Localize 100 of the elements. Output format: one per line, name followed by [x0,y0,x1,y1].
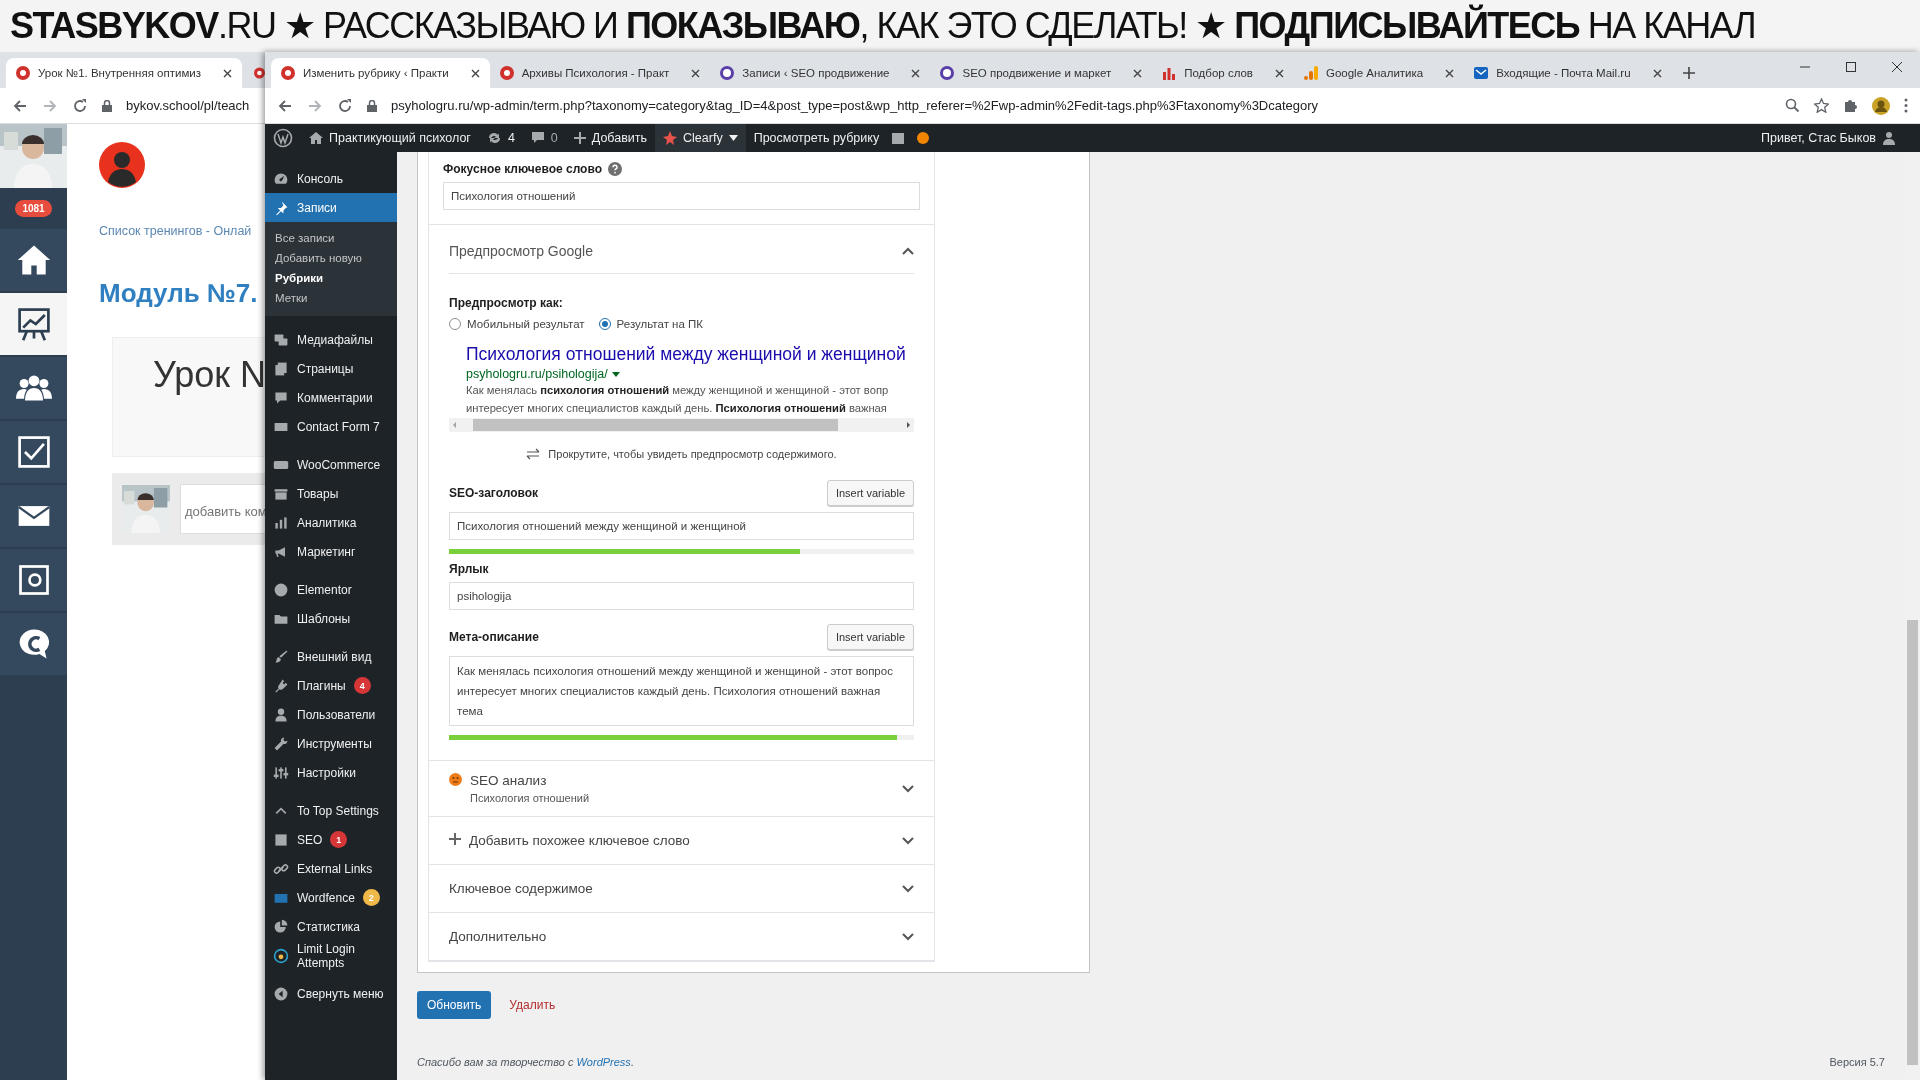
menu-item[interactable]: Шаблоны [265,604,397,633]
star-icon[interactable] [1814,98,1829,113]
menu-item[interactable]: Медиафайлы [265,325,397,354]
browser-tab[interactable]: Архивы Психология - Практ [489,58,711,88]
input-field[interactable]: psihologija [449,582,914,610]
comment-field[interactable]: добавить ком [180,484,265,534]
reload-icon[interactable] [72,97,88,114]
insert-variable-button[interactable]: Insert variable [826,480,914,506]
menu-item[interactable]: Консоль [265,164,397,193]
plug-icon [273,677,289,694]
comments-link[interactable]: 0 [522,124,566,152]
close-icon[interactable] [223,68,233,78]
view-link[interactable]: Просмотреть рубрику [745,124,888,152]
address-field[interactable]: psyhologru.ru/wp-admin/term.php?taxonomy=category&tag_ID=4&post_type=post&wp_http_referer=%2Fwp-admin%2Fedit-tags.php%3Ftaxonomy%3Dcategory [391,98,1771,113]
sidebar-item[interactable] [0,421,67,485]
menu-item[interactable]: External Links [265,854,397,883]
submenu-item[interactable]: Рубрики [265,268,397,288]
reload-icon[interactable] [337,97,353,114]
close-icon[interactable] [1133,68,1143,78]
plus-icon[interactable] [1681,66,1696,80]
user-icon [1882,131,1896,145]
close-icon[interactable] [470,68,480,78]
menu-item[interactable]: To Top Settings [265,796,397,825]
input-field[interactable]: Психология отношений между женщиной и женщиной [449,512,914,540]
count-badge: 2 [362,889,380,906]
address-field[interactable]: bykov.school/pl/teach [126,98,253,113]
maximize-icon[interactable] [1846,62,1856,72]
account-menu[interactable]: Привет, Стас Быков [1753,124,1920,152]
menu-item[interactable]: Инструменты [265,729,397,758]
menu-item[interactable]: Настройки [265,758,397,787]
sidebar-item[interactable] [0,613,67,677]
submenu-item[interactable]: Добавить новую [265,248,397,268]
menu-item[interactable]: Маркетинг [265,537,397,566]
close-icon[interactable] [911,68,921,78]
sidebar-item[interactable] [0,357,67,421]
section-header[interactable]: Предпросмотр Google [449,225,914,274]
insert-variable-button[interactable]: Insert variable [826,624,914,650]
pie-chart-icon [273,918,289,935]
browser-tab[interactable]: SEO продвижение и маркет [930,58,1153,88]
pushpin-icon [273,199,289,216]
submenu-item[interactable]: Все записи [265,228,397,248]
puzzle-icon[interactable] [1843,98,1858,113]
input-field[interactable]: Психология отношений [443,182,920,210]
browser-tab[interactable]: Записи ‹ SEO продвижение [710,58,931,88]
radio-option[interactable]: Результат на ПК [598,318,703,330]
sidebar-item[interactable] [0,485,67,549]
scroll-bar[interactable] [449,418,914,432]
update-button[interactable]: Обновить [417,991,492,1019]
section-header[interactable]: Ключевое содержимое [429,865,934,913]
menu-item[interactable]: Товары [265,479,397,508]
new-link[interactable]: Добавить [565,124,656,152]
zoom-icon[interactable] [1785,98,1800,113]
menu-item[interactable]: WooCommerce [265,450,397,479]
sidebar-item[interactable] [0,229,67,293]
browser-tab[interactable]: Изменить рубрику ‹ Практи [271,58,490,88]
menu-item[interactable]: Плагины 4 [265,671,397,700]
close-icon[interactable] [1445,68,1455,78]
section-header[interactable]: Добавить похожее ключевое слово [429,817,934,865]
menu-item[interactable]: Elementor [265,575,397,604]
star-icon [663,131,678,145]
sidebar-item[interactable] [0,549,67,613]
back-arrow-icon[interactable] [12,97,28,114]
submenu-item[interactable]: Метки [265,288,397,308]
menu-item[interactable]: Пользователи [265,700,397,729]
close-icon[interactable] [1652,68,1662,78]
menu-item[interactable]: Свернуть меню [265,979,397,1008]
plugin-menu[interactable]: Clearfy [655,124,746,152]
count-badge: 1 [330,831,348,848]
profile-avatar[interactable] [1872,96,1890,115]
close-icon[interactable] [691,68,701,78]
lock-icon [367,99,377,112]
menu-item[interactable]: Wordfence 2 [265,883,397,912]
menu-item[interactable]: Внешний вид [265,642,397,671]
section-header[interactable]: SEO анализ Психология отношений [429,761,934,817]
browser-tab[interactable]: Google Аналитика [1294,58,1465,88]
back-arrow-icon[interactable] [277,97,293,114]
site-link[interactable]: Практикующий психолог [301,124,479,152]
help-icon[interactable] [608,162,622,176]
menu-icon[interactable] [1904,98,1908,113]
browser-tab[interactable]: Урок №1. Внутренняя оптимиз [6,58,243,88]
text-area[interactable]: Как менялась психология отношений между женщиной и женщиной - этот вопрос интересует многих специалистов каждый день. Психология отношений важная тема [449,656,914,726]
menu-item[interactable]: Статистика [265,912,397,941]
menu-item[interactable]: Limit Login Attempts [265,941,397,970]
section-header[interactable]: Дополнительно [429,913,934,961]
menu-item[interactable]: Записи [265,193,397,222]
close-icon[interactable] [1275,68,1284,78]
delete-link[interactable]: Удалить [509,998,556,1012]
close-icon[interactable] [1892,62,1902,72]
browser-tab[interactable]: Входящие - Почта Mail.ru [1464,58,1672,88]
menu-item[interactable]: Аналитика [265,508,397,537]
browser-tab[interactable]: Подбор слов [1152,58,1294,88]
radio-option[interactable]: Мобильный результат [449,318,585,330]
favicon-icon [499,66,514,80]
menu-item[interactable]: SEO 1 [265,825,397,854]
wordpress-link[interactable]: WordPress [576,1056,631,1068]
updates-link[interactable]: 4 [478,124,523,152]
menu-item[interactable]: Комментарии [265,383,397,412]
menu-item[interactable]: Contact Form 7 [265,412,397,441]
sidebar-item[interactable] [0,293,67,357]
menu-item[interactable]: Страницы [265,354,397,383]
